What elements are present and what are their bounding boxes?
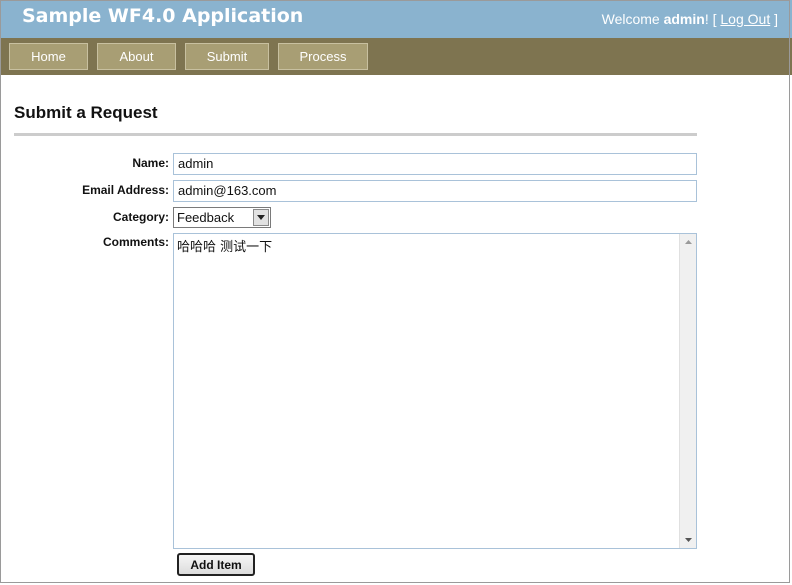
- screenshot-border: [0, 0, 790, 583]
